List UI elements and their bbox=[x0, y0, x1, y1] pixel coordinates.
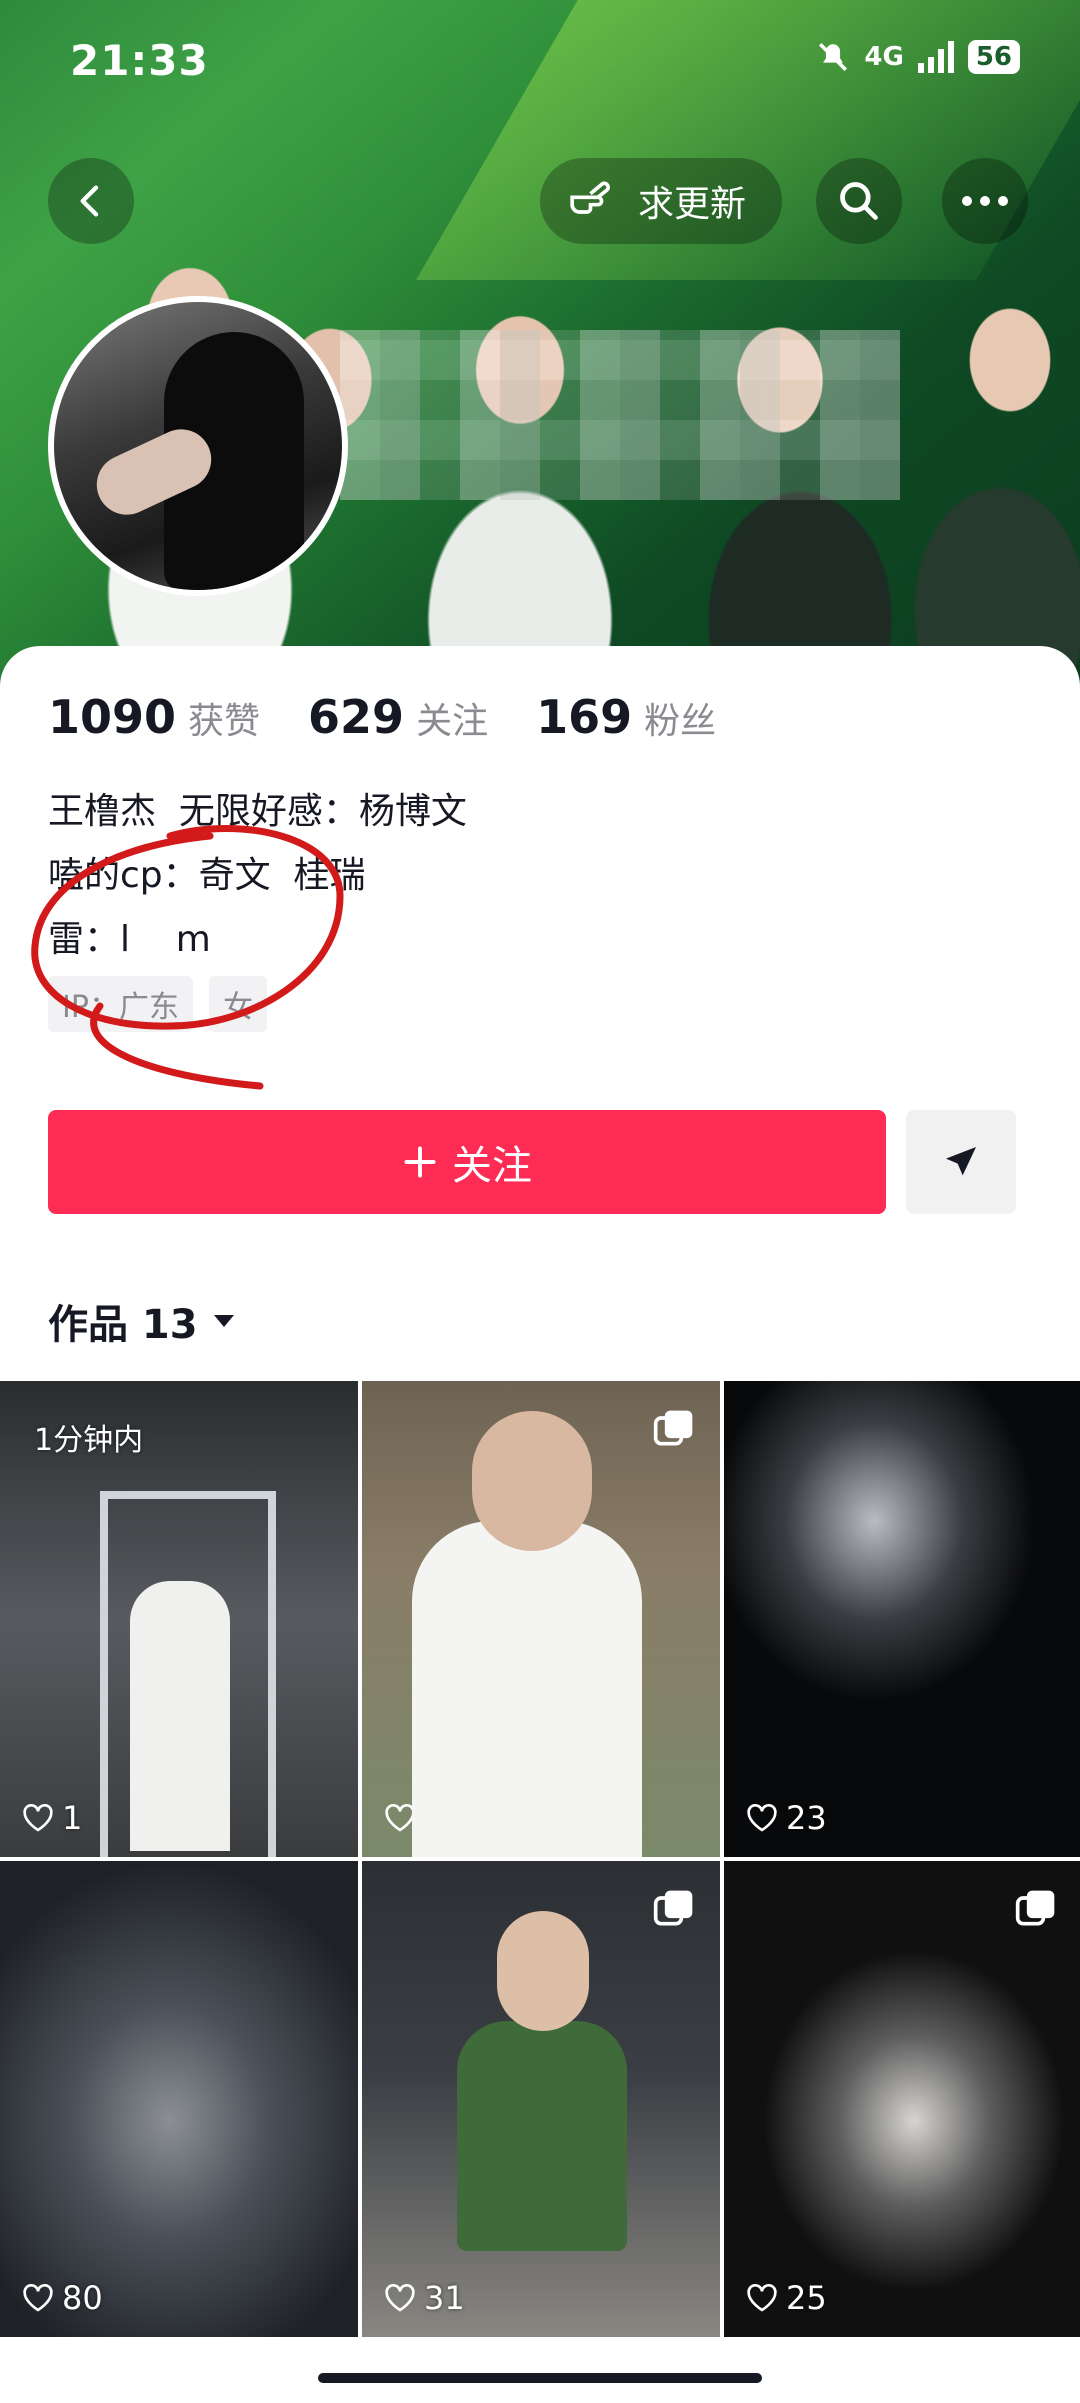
request-update-label: 求更新 bbox=[638, 184, 747, 225]
post-likes: 23 bbox=[746, 1799, 827, 1837]
likes-count: 80 bbox=[62, 2279, 103, 2317]
post-likes: 29 bbox=[384, 1799, 465, 1837]
likes-count: 29 bbox=[424, 1799, 465, 1837]
battery-level: 56 bbox=[967, 40, 1020, 74]
caret-down-icon bbox=[213, 1315, 234, 1327]
avatar[interactable] bbox=[48, 296, 348, 596]
post-thumbnail[interactable]: 1分钟内 1 bbox=[0, 1381, 358, 1857]
works-title: 作品 13 bbox=[48, 1302, 198, 1348]
post-likes: 25 bbox=[746, 2279, 827, 2317]
more-button[interactable] bbox=[942, 158, 1028, 244]
stat-following[interactable]: 629 关注 bbox=[308, 690, 488, 744]
status-bar: 21:33 4G 56 bbox=[0, 0, 1080, 120]
post-time-label: 1分钟内 bbox=[34, 1423, 144, 1458]
post-thumbnail[interactable]: 31 bbox=[362, 1861, 720, 2337]
works-grid: 1分钟内 1 29 23 80 31 25 bbox=[0, 1381, 1080, 2337]
likes-count: 23 bbox=[786, 1799, 827, 1837]
heart-icon bbox=[747, 2284, 777, 2312]
stat-value: 1090 bbox=[48, 690, 177, 744]
heart-icon bbox=[23, 1804, 53, 1832]
stat-likes[interactable]: 1090 获赞 bbox=[48, 690, 260, 744]
post-thumbnail[interactable]: 29 bbox=[362, 1381, 720, 1857]
likes-count: 25 bbox=[786, 2279, 827, 2317]
heart-icon bbox=[23, 2284, 53, 2312]
status-icons: 4G 56 bbox=[816, 40, 1020, 74]
search-button[interactable] bbox=[816, 158, 902, 244]
multi-image-icon bbox=[1015, 1890, 1055, 1926]
signal-icon bbox=[917, 41, 954, 73]
multi-image-icon bbox=[653, 1890, 693, 1926]
heart-icon bbox=[385, 2284, 415, 2312]
post-likes: 31 bbox=[384, 2279, 465, 2317]
heart-icon bbox=[747, 1804, 777, 1832]
follow-button[interactable]: 关注 bbox=[48, 1110, 886, 1214]
network-type: 4G bbox=[864, 42, 904, 72]
message-button[interactable] bbox=[906, 1110, 1016, 1214]
back-button[interactable] bbox=[48, 158, 134, 244]
profile-card: 1090 获赞 629 关注 169 粉丝 王橹杰 无限好感：杨博文 嗑的cp：… bbox=[0, 646, 1080, 2403]
search-icon bbox=[840, 182, 878, 220]
post-thumbnail[interactable]: 25 bbox=[724, 1861, 1080, 2337]
heart-icon bbox=[385, 1804, 415, 1832]
post-thumbnail[interactable]: 80 bbox=[0, 1861, 358, 2337]
chevron-left-icon bbox=[80, 185, 99, 217]
request-update-button[interactable]: 求更新 bbox=[540, 158, 783, 244]
post-likes: 1 bbox=[22, 1799, 82, 1837]
profile-banner: 21:33 4G 56 求更新 bbox=[0, 0, 1080, 700]
profile-stats: 1090 获赞 629 关注 169 粉丝 bbox=[48, 690, 716, 744]
post-thumbnail[interactable]: 23 bbox=[724, 1381, 1080, 1857]
red-circle-annotation bbox=[31, 825, 344, 1090]
stat-value: 629 bbox=[308, 690, 405, 744]
post-likes: 80 bbox=[22, 2279, 103, 2317]
stat-label: 关注 bbox=[416, 701, 489, 742]
plus-icon bbox=[404, 1146, 436, 1178]
stat-value: 169 bbox=[536, 690, 633, 744]
multi-image-icon bbox=[653, 1410, 693, 1446]
blurred-username bbox=[340, 330, 900, 500]
likes-count: 31 bbox=[424, 2279, 465, 2317]
status-time: 21:33 bbox=[70, 36, 209, 85]
stat-followers[interactable]: 169 粉丝 bbox=[536, 690, 716, 744]
more-icon bbox=[962, 196, 1008, 206]
stat-label: 获赞 bbox=[188, 701, 261, 742]
likes-count: 1 bbox=[62, 1799, 83, 1837]
send-icon bbox=[946, 1147, 976, 1176]
pointing-hand-icon bbox=[570, 181, 610, 214]
home-indicator[interactable] bbox=[318, 2373, 762, 2383]
follow-label: 关注 bbox=[452, 1143, 532, 1189]
works-tab[interactable]: 作品 13 bbox=[48, 1292, 236, 1350]
mute-icon bbox=[819, 42, 848, 72]
stat-label: 粉丝 bbox=[644, 701, 717, 742]
